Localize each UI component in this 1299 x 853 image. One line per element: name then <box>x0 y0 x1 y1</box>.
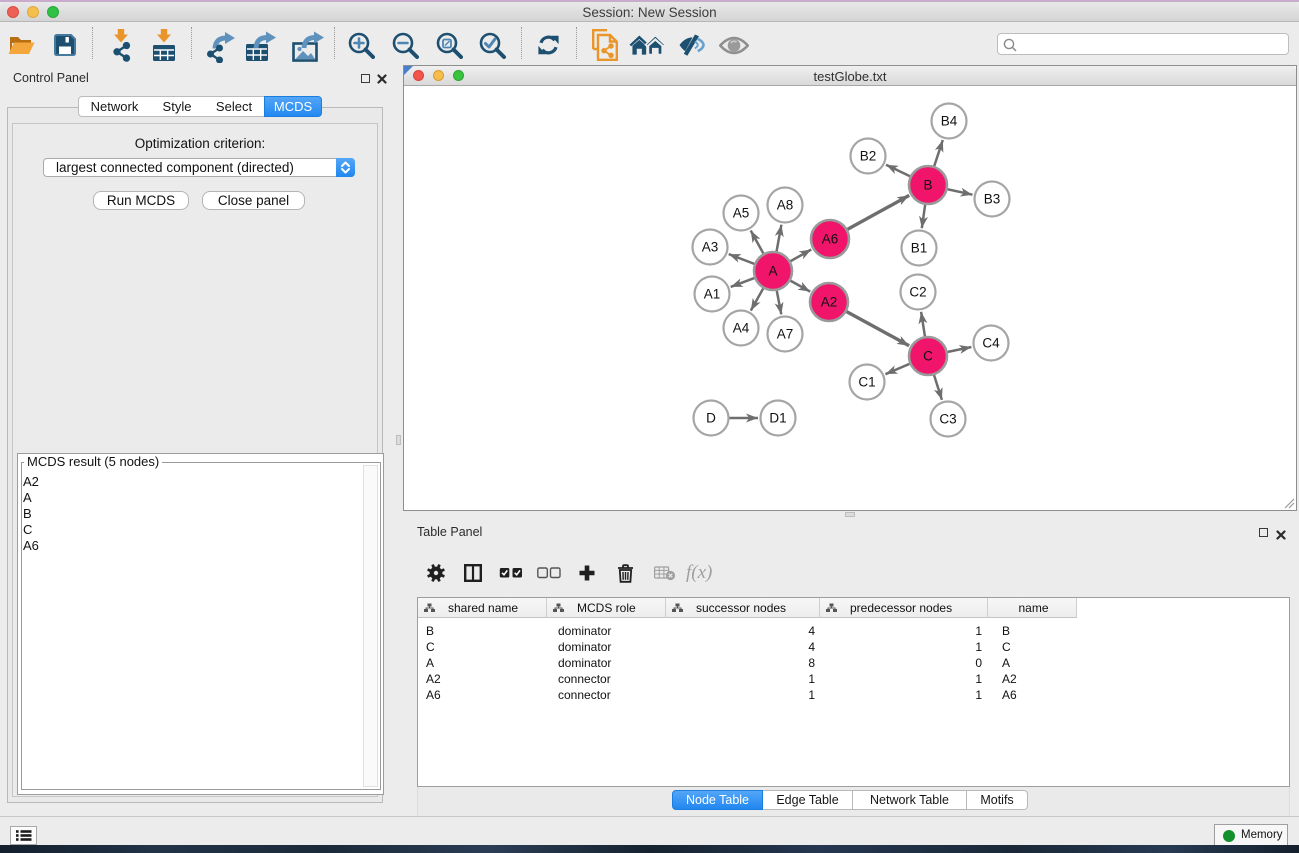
svg-text:A5: A5 <box>733 206 750 221</box>
svg-text:A7: A7 <box>777 327 794 342</box>
svg-text:A2: A2 <box>821 295 838 310</box>
svg-text:C2: C2 <box>909 285 926 300</box>
svg-text:C1: C1 <box>858 375 875 390</box>
svg-text:A: A <box>768 264 777 279</box>
svg-text:A1: A1 <box>704 287 721 302</box>
svg-text:C3: C3 <box>939 412 956 427</box>
svg-text:A4: A4 <box>733 321 750 336</box>
svg-text:A6: A6 <box>822 232 839 247</box>
svg-text:B2: B2 <box>860 149 877 164</box>
svg-text:A8: A8 <box>777 198 794 213</box>
svg-text:D: D <box>706 411 716 426</box>
svg-text:B1: B1 <box>911 241 928 256</box>
svg-text:A3: A3 <box>702 240 719 255</box>
svg-text:B: B <box>923 178 932 193</box>
svg-text:B3: B3 <box>984 192 1001 207</box>
svg-text:D1: D1 <box>769 411 786 426</box>
svg-text:C4: C4 <box>982 336 1000 351</box>
svg-text:C: C <box>923 349 933 364</box>
svg-text:B4: B4 <box>941 114 958 129</box>
